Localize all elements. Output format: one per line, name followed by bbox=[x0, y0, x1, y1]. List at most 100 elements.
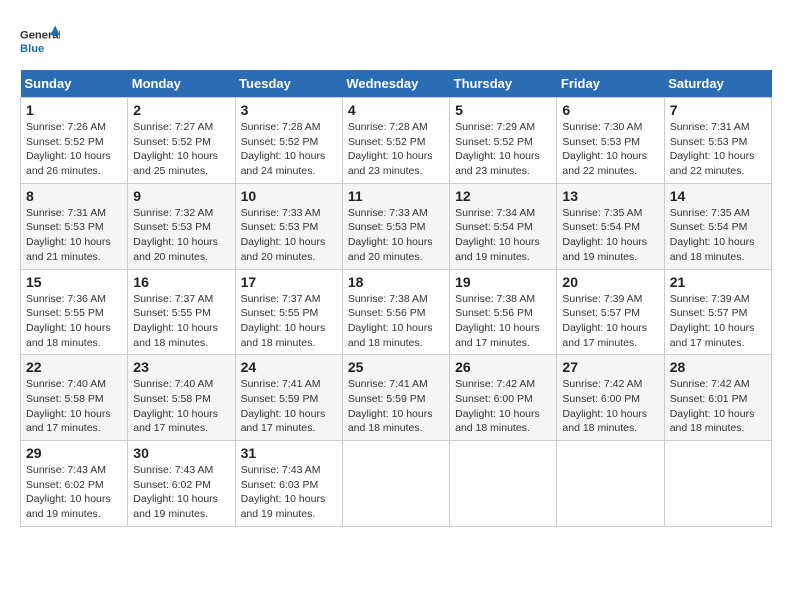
day-number: 24 bbox=[241, 359, 337, 375]
day-number: 22 bbox=[26, 359, 122, 375]
day-detail: Sunrise: 7:42 AM Sunset: 6:00 PM Dayligh… bbox=[455, 377, 551, 436]
day-number: 4 bbox=[348, 102, 444, 118]
week-row-2: 8 Sunrise: 7:31 AM Sunset: 5:53 PM Dayli… bbox=[21, 183, 772, 269]
day-detail: Sunrise: 7:40 AM Sunset: 5:58 PM Dayligh… bbox=[133, 377, 229, 436]
day-detail: Sunrise: 7:38 AM Sunset: 5:56 PM Dayligh… bbox=[348, 292, 444, 351]
day-cell-14: 14 Sunrise: 7:35 AM Sunset: 5:54 PM Dayl… bbox=[664, 183, 771, 269]
day-cell-13: 13 Sunrise: 7:35 AM Sunset: 5:54 PM Dayl… bbox=[557, 183, 664, 269]
day-cell-16: 16 Sunrise: 7:37 AM Sunset: 5:55 PM Dayl… bbox=[128, 269, 235, 355]
day-detail: Sunrise: 7:39 AM Sunset: 5:57 PM Dayligh… bbox=[670, 292, 766, 351]
empty-cell bbox=[664, 441, 771, 527]
day-header-wednesday: Wednesday bbox=[342, 70, 449, 98]
day-number: 27 bbox=[562, 359, 658, 375]
day-detail: Sunrise: 7:32 AM Sunset: 5:53 PM Dayligh… bbox=[133, 206, 229, 265]
day-detail: Sunrise: 7:39 AM Sunset: 5:57 PM Dayligh… bbox=[562, 292, 658, 351]
day-cell-28: 28 Sunrise: 7:42 AM Sunset: 6:01 PM Dayl… bbox=[664, 355, 771, 441]
day-cell-29: 29 Sunrise: 7:43 AM Sunset: 6:02 PM Dayl… bbox=[21, 441, 128, 527]
day-cell-24: 24 Sunrise: 7:41 AM Sunset: 5:59 PM Dayl… bbox=[235, 355, 342, 441]
day-cell-30: 30 Sunrise: 7:43 AM Sunset: 6:02 PM Dayl… bbox=[128, 441, 235, 527]
day-detail: Sunrise: 7:26 AM Sunset: 5:52 PM Dayligh… bbox=[26, 120, 122, 179]
day-detail: Sunrise: 7:28 AM Sunset: 5:52 PM Dayligh… bbox=[241, 120, 337, 179]
week-row-3: 15 Sunrise: 7:36 AM Sunset: 5:55 PM Dayl… bbox=[21, 269, 772, 355]
day-cell-31: 31 Sunrise: 7:43 AM Sunset: 6:03 PM Dayl… bbox=[235, 441, 342, 527]
day-number: 25 bbox=[348, 359, 444, 375]
day-detail: Sunrise: 7:34 AM Sunset: 5:54 PM Dayligh… bbox=[455, 206, 551, 265]
day-cell-26: 26 Sunrise: 7:42 AM Sunset: 6:00 PM Dayl… bbox=[450, 355, 557, 441]
header: General Blue bbox=[20, 20, 772, 60]
day-number: 20 bbox=[562, 274, 658, 290]
day-number: 30 bbox=[133, 445, 229, 461]
day-detail: Sunrise: 7:31 AM Sunset: 5:53 PM Dayligh… bbox=[26, 206, 122, 265]
day-cell-5: 5 Sunrise: 7:29 AM Sunset: 5:52 PM Dayli… bbox=[450, 98, 557, 184]
day-detail: Sunrise: 7:29 AM Sunset: 5:52 PM Dayligh… bbox=[455, 120, 551, 179]
day-cell-11: 11 Sunrise: 7:33 AM Sunset: 5:53 PM Dayl… bbox=[342, 183, 449, 269]
day-cell-25: 25 Sunrise: 7:41 AM Sunset: 5:59 PM Dayl… bbox=[342, 355, 449, 441]
day-cell-19: 19 Sunrise: 7:38 AM Sunset: 5:56 PM Dayl… bbox=[450, 269, 557, 355]
day-detail: Sunrise: 7:35 AM Sunset: 5:54 PM Dayligh… bbox=[670, 206, 766, 265]
day-detail: Sunrise: 7:43 AM Sunset: 6:03 PM Dayligh… bbox=[241, 463, 337, 522]
day-number: 6 bbox=[562, 102, 658, 118]
day-cell-7: 7 Sunrise: 7:31 AM Sunset: 5:53 PM Dayli… bbox=[664, 98, 771, 184]
day-number: 28 bbox=[670, 359, 766, 375]
calendar-table: SundayMondayTuesdayWednesdayThursdayFrid… bbox=[20, 70, 772, 527]
day-detail: Sunrise: 7:40 AM Sunset: 5:58 PM Dayligh… bbox=[26, 377, 122, 436]
day-cell-18: 18 Sunrise: 7:38 AM Sunset: 5:56 PM Dayl… bbox=[342, 269, 449, 355]
day-number: 9 bbox=[133, 188, 229, 204]
day-cell-6: 6 Sunrise: 7:30 AM Sunset: 5:53 PM Dayli… bbox=[557, 98, 664, 184]
week-row-1: 1 Sunrise: 7:26 AM Sunset: 5:52 PM Dayli… bbox=[21, 98, 772, 184]
empty-cell bbox=[557, 441, 664, 527]
day-cell-15: 15 Sunrise: 7:36 AM Sunset: 5:55 PM Dayl… bbox=[21, 269, 128, 355]
day-detail: Sunrise: 7:35 AM Sunset: 5:54 PM Dayligh… bbox=[562, 206, 658, 265]
day-cell-2: 2 Sunrise: 7:27 AM Sunset: 5:52 PM Dayli… bbox=[128, 98, 235, 184]
day-detail: Sunrise: 7:42 AM Sunset: 6:00 PM Dayligh… bbox=[562, 377, 658, 436]
day-header-friday: Friday bbox=[557, 70, 664, 98]
day-number: 29 bbox=[26, 445, 122, 461]
day-number: 31 bbox=[241, 445, 337, 461]
day-number: 19 bbox=[455, 274, 551, 290]
day-number: 12 bbox=[455, 188, 551, 204]
day-detail: Sunrise: 7:43 AM Sunset: 6:02 PM Dayligh… bbox=[133, 463, 229, 522]
day-cell-27: 27 Sunrise: 7:42 AM Sunset: 6:00 PM Dayl… bbox=[557, 355, 664, 441]
day-detail: Sunrise: 7:37 AM Sunset: 5:55 PM Dayligh… bbox=[133, 292, 229, 351]
day-header-thursday: Thursday bbox=[450, 70, 557, 98]
day-cell-3: 3 Sunrise: 7:28 AM Sunset: 5:52 PM Dayli… bbox=[235, 98, 342, 184]
day-detail: Sunrise: 7:36 AM Sunset: 5:55 PM Dayligh… bbox=[26, 292, 122, 351]
days-header-row: SundayMondayTuesdayWednesdayThursdayFrid… bbox=[21, 70, 772, 98]
svg-text:Blue: Blue bbox=[20, 43, 44, 55]
empty-cell bbox=[450, 441, 557, 527]
day-cell-20: 20 Sunrise: 7:39 AM Sunset: 5:57 PM Dayl… bbox=[557, 269, 664, 355]
day-cell-23: 23 Sunrise: 7:40 AM Sunset: 5:58 PM Dayl… bbox=[128, 355, 235, 441]
day-number: 10 bbox=[241, 188, 337, 204]
day-detail: Sunrise: 7:38 AM Sunset: 5:56 PM Dayligh… bbox=[455, 292, 551, 351]
day-number: 3 bbox=[241, 102, 337, 118]
day-number: 21 bbox=[670, 274, 766, 290]
day-detail: Sunrise: 7:27 AM Sunset: 5:52 PM Dayligh… bbox=[133, 120, 229, 179]
day-number: 5 bbox=[455, 102, 551, 118]
day-cell-17: 17 Sunrise: 7:37 AM Sunset: 5:55 PM Dayl… bbox=[235, 269, 342, 355]
logo-svg: General Blue bbox=[20, 20, 60, 60]
day-cell-9: 9 Sunrise: 7:32 AM Sunset: 5:53 PM Dayli… bbox=[128, 183, 235, 269]
day-detail: Sunrise: 7:28 AM Sunset: 5:52 PM Dayligh… bbox=[348, 120, 444, 179]
day-detail: Sunrise: 7:41 AM Sunset: 5:59 PM Dayligh… bbox=[348, 377, 444, 436]
logo: General Blue bbox=[20, 20, 60, 60]
week-row-5: 29 Sunrise: 7:43 AM Sunset: 6:02 PM Dayl… bbox=[21, 441, 772, 527]
day-number: 17 bbox=[241, 274, 337, 290]
day-header-saturday: Saturday bbox=[664, 70, 771, 98]
day-cell-1: 1 Sunrise: 7:26 AM Sunset: 5:52 PM Dayli… bbox=[21, 98, 128, 184]
day-number: 8 bbox=[26, 188, 122, 204]
day-cell-8: 8 Sunrise: 7:31 AM Sunset: 5:53 PM Dayli… bbox=[21, 183, 128, 269]
day-detail: Sunrise: 7:31 AM Sunset: 5:53 PM Dayligh… bbox=[670, 120, 766, 179]
day-cell-12: 12 Sunrise: 7:34 AM Sunset: 5:54 PM Dayl… bbox=[450, 183, 557, 269]
day-number: 7 bbox=[670, 102, 766, 118]
day-detail: Sunrise: 7:37 AM Sunset: 5:55 PM Dayligh… bbox=[241, 292, 337, 351]
day-number: 16 bbox=[133, 274, 229, 290]
day-number: 11 bbox=[348, 188, 444, 204]
day-header-tuesday: Tuesday bbox=[235, 70, 342, 98]
day-detail: Sunrise: 7:43 AM Sunset: 6:02 PM Dayligh… bbox=[26, 463, 122, 522]
day-detail: Sunrise: 7:41 AM Sunset: 5:59 PM Dayligh… bbox=[241, 377, 337, 436]
day-detail: Sunrise: 7:42 AM Sunset: 6:01 PM Dayligh… bbox=[670, 377, 766, 436]
day-cell-21: 21 Sunrise: 7:39 AM Sunset: 5:57 PM Dayl… bbox=[664, 269, 771, 355]
week-row-4: 22 Sunrise: 7:40 AM Sunset: 5:58 PM Dayl… bbox=[21, 355, 772, 441]
day-header-monday: Monday bbox=[128, 70, 235, 98]
day-number: 2 bbox=[133, 102, 229, 118]
